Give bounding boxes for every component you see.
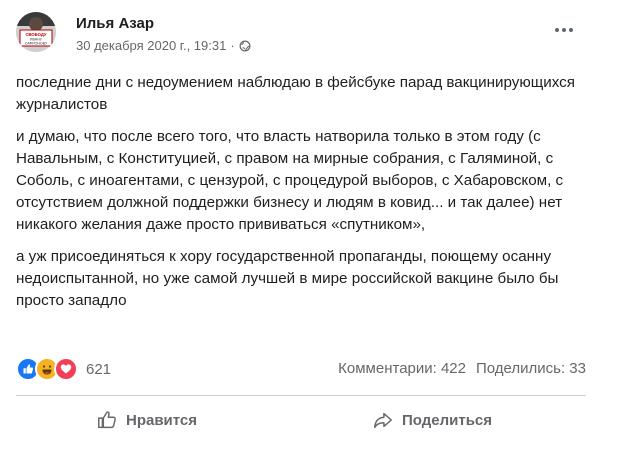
avatar-sign-line-1: СВОБОДУ xyxy=(25,32,46,37)
comments-count[interactable]: Комментарии: 422 xyxy=(338,360,466,377)
avatar-sign-line-3: САФРОНОВУ xyxy=(25,42,48,46)
engagement-stats: Комментарии: 422 Поделились: 33 xyxy=(338,360,586,377)
author-avatar[interactable]: СВОБОДУ ИВАНУ САФРОНОВУ xyxy=(16,12,56,52)
shares-count[interactable]: Поделились: 33 xyxy=(476,360,586,377)
meta-separator: · xyxy=(230,38,235,53)
post-text: последние дни с недоумением наблюдаю в ф… xyxy=(16,72,584,322)
actions-divider xyxy=(16,395,586,396)
globe-icon[interactable] xyxy=(239,40,251,52)
author-name[interactable]: Илья Азар xyxy=(76,15,154,32)
share-button[interactable]: Поделиться xyxy=(372,405,492,435)
share-arrow-icon xyxy=(374,412,392,429)
reactions-summary[interactable]: 621 xyxy=(16,357,111,381)
thumbs-up-icon xyxy=(98,411,116,429)
avatar-image: СВОБОДУ ИВАНУ САФРОНОВУ xyxy=(16,12,56,52)
love-icon xyxy=(54,357,78,381)
post-timestamp[interactable]: 30 декабря 2020 г., 19:31 xyxy=(76,38,226,53)
share-button-label: Поделиться xyxy=(402,411,493,429)
more-options-icon[interactable] xyxy=(552,24,576,36)
post-paragraph-3: а уж присоединяться к хору государственн… xyxy=(16,248,559,309)
like-button-label: Нравится xyxy=(126,411,198,429)
post-paragraph-1: последние дни с недоумением наблюдаю в ф… xyxy=(16,74,575,113)
post-card: СВОБОДУ ИВАНУ САФРОНОВУ Илья Азар 30 дек… xyxy=(0,0,600,451)
post-paragraph-2: и думаю, что после всего того, что власт… xyxy=(16,128,564,233)
like-button[interactable]: Нравится xyxy=(96,405,197,435)
post-meta: 30 декабря 2020 г., 19:31 · xyxy=(76,38,251,53)
reaction-count[interactable]: 621 xyxy=(86,361,111,378)
